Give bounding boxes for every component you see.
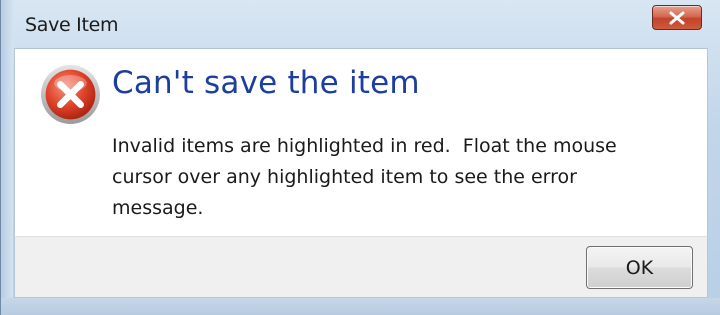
dialog-heading: Can't save the item — [112, 65, 420, 101]
error-icon — [41, 65, 100, 124]
dialog-content: Can't save the item Invalid items are hi… — [14, 48, 708, 236]
window-title: Save Item — [25, 14, 119, 36]
close-button[interactable] — [652, 5, 702, 30]
dialog-footer: OK — [14, 236, 708, 298]
ok-button[interactable]: OK — [586, 246, 693, 289]
dialog-message: Invalid items are highlighted in red. Fl… — [112, 135, 617, 219]
close-icon — [669, 11, 685, 24]
title-bar[interactable]: Save Item — [1, 0, 720, 48]
window-frame-bottom — [1, 298, 720, 315]
save-item-dialog: Save Item Can't save the item Invalid it… — [0, 0, 720, 315]
